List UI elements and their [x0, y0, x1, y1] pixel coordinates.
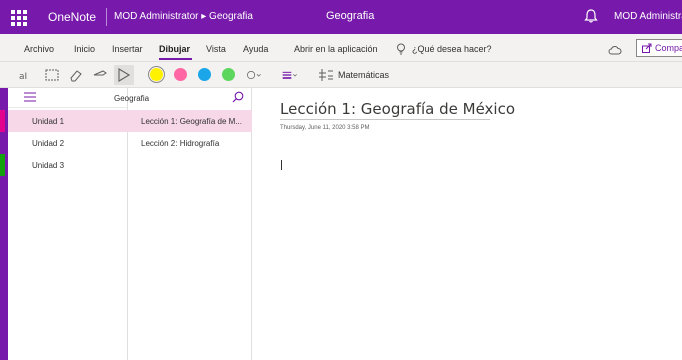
line-weight-dropdown-icon[interactable]: [282, 67, 298, 83]
share-icon: [642, 43, 652, 53]
ribbon-tabs: Archivo Inicio Insertar Dibujar Vista Ay…: [0, 34, 682, 62]
select-tool-button[interactable]: [114, 65, 134, 85]
tab-ayuda[interactable]: Ayuda: [243, 44, 268, 54]
sync-cloud-icon[interactable]: [608, 45, 622, 55]
tab-dibujar[interactable]: Dibujar: [159, 44, 190, 54]
lasso-select-icon[interactable]: [44, 67, 60, 83]
pen-settings-dropdown-icon[interactable]: [246, 67, 262, 83]
pen-icon[interactable]: [92, 67, 108, 83]
breadcrumb[interactable]: MOD Administrator ▸ Geografia: [114, 11, 253, 22]
tab-archivo[interactable]: Archivo: [24, 44, 54, 54]
pen-color-yellow[interactable]: [150, 68, 163, 81]
tab-insertar[interactable]: Insertar: [112, 44, 143, 54]
open-in-app-link[interactable]: Abrir en la aplicación: [294, 44, 378, 54]
pages-panel: Geografia Lección 1: Geografía de M... L…: [114, 88, 252, 360]
hamburger-menu-icon[interactable]: [24, 92, 36, 102]
pen-color-blue[interactable]: [198, 68, 211, 81]
section-label: Unidad 3: [32, 161, 65, 170]
pen-color-green[interactable]: [222, 68, 235, 81]
tab-vista[interactable]: Vista: [206, 44, 226, 54]
text-cursor: [281, 160, 282, 170]
lightbulb-icon: [397, 43, 405, 55]
tell-me-search[interactable]: ¿Qué desea hacer?: [412, 44, 492, 54]
title-bar: OneNote MOD Administrator ▸ Geografia Ge…: [0, 0, 682, 34]
note-canvas[interactable]: Lección 1: Geografía de México Thursday,…: [252, 88, 682, 360]
select-arrow-icon: [118, 68, 131, 82]
math-icon[interactable]: [318, 67, 334, 83]
section-unidad-1[interactable]: Unidad 1: [0, 110, 128, 132]
math-button-label[interactable]: Matemáticas: [338, 70, 389, 80]
notebook-title: Geografia: [326, 10, 375, 22]
title-divider: [106, 8, 107, 26]
section-color-tab: [0, 154, 5, 176]
page-date: Thursday, June 11, 2020 3:58 PM: [280, 125, 370, 131]
page-title[interactable]: Lección 1: Geografía de México: [280, 100, 515, 118]
sections-header: [8, 88, 127, 108]
pen-color-pink[interactable]: [174, 68, 187, 81]
eraser-icon[interactable]: [68, 67, 84, 83]
section-unidad-2[interactable]: Unidad 2: [8, 132, 128, 154]
type-ink-icon[interactable]: aI: [18, 67, 34, 83]
app-name[interactable]: OneNote: [48, 10, 96, 24]
app-launcher-icon[interactable]: [8, 8, 28, 26]
title-underline: [280, 119, 490, 120]
section-color-tab: [0, 110, 5, 132]
active-tab-indicator: [159, 58, 192, 60]
page-item-leccion-1[interactable]: Lección 1: Geografía de M...: [128, 110, 252, 132]
sections-panel: Unidad 1 Unidad 2 Unidad 3: [0, 88, 128, 360]
notebook-name-label: Geografia: [114, 94, 150, 103]
section-label: Unidad 1: [32, 117, 65, 126]
section-label: Unidad 2: [32, 139, 65, 148]
section-unidad-3[interactable]: Unidad 3: [0, 154, 128, 176]
svg-text:aI: aI: [19, 72, 27, 82]
user-name[interactable]: MOD Administrator: [614, 11, 682, 22]
search-icon[interactable]: [232, 91, 244, 103]
page-item-leccion-2[interactable]: Lección 2: Hidrografía: [128, 132, 252, 154]
tab-inicio[interactable]: Inicio: [74, 44, 95, 54]
bell-icon[interactable]: [584, 8, 598, 24]
draw-toolbar: aI Matemáticas: [0, 62, 682, 88]
